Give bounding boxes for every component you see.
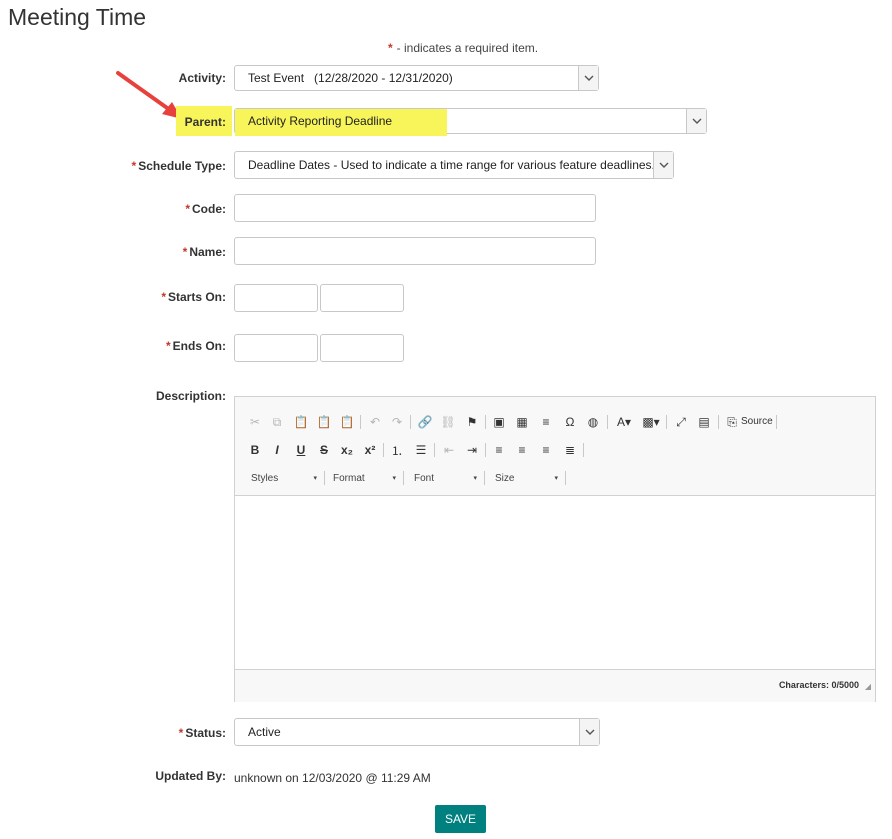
paste-word-icon[interactable]: 📋: [338, 414, 356, 430]
activity-label: Activity:: [178, 71, 226, 85]
required-note: * - indicates a required item.: [388, 41, 538, 55]
underline-icon[interactable]: U: [292, 442, 310, 458]
font-combo[interactable]: Font ▾: [406, 470, 481, 486]
italic-icon[interactable]: I: [268, 442, 286, 458]
starts-on-label: * Starts On:: [161, 290, 226, 304]
iframe-globe-icon[interactable]: ◍: [584, 414, 602, 430]
background-color-icon[interactable]: ▩▾: [640, 414, 662, 430]
redo-icon[interactable]: ↷: [388, 414, 406, 430]
paste-icon[interactable]: 📋: [292, 414, 310, 430]
subscript-icon[interactable]: x₂: [338, 442, 356, 458]
character-count: Characters: 0/5000: [778, 680, 859, 690]
numbered-list-icon[interactable]: ⒈: [388, 442, 406, 458]
resize-handle-icon[interactable]: ◢: [865, 682, 871, 691]
rich-text-editor: ✂ ⧉ 📋 📋 📋 ↶ ↷ 🔗 ⛓ ⚑ ▣ ▦ ≡ Ω ◍ A▾ ▩▾ ⤢ ▤ …: [234, 396, 876, 702]
required-star: *: [388, 41, 393, 55]
align-justify-icon[interactable]: ≣: [561, 442, 579, 458]
ends-on-time-input[interactable]: [320, 334, 404, 362]
description-label: Description:: [155, 389, 226, 403]
undo-icon[interactable]: ↶: [366, 414, 384, 430]
copy-icon[interactable]: ⧉: [268, 414, 286, 430]
text-color-icon[interactable]: A▾: [613, 414, 635, 430]
link-icon[interactable]: 🔗: [416, 414, 434, 430]
outdent-icon[interactable]: ⇤: [440, 442, 458, 458]
superscript-icon[interactable]: x²: [361, 442, 379, 458]
updated-by-label: Updated By:: [155, 769, 226, 783]
special-char-icon[interactable]: Ω: [561, 414, 579, 430]
parent-label: Parent:: [184, 115, 226, 129]
anchor-flag-icon[interactable]: ⚑: [463, 414, 481, 430]
unlink-icon[interactable]: ⛓: [439, 414, 457, 430]
source-icon[interactable]: ⎘: [723, 414, 741, 430]
parent-value: Activity Reporting Deadline: [248, 114, 393, 128]
chevron-down-icon[interactable]: [653, 152, 673, 178]
maximize-icon[interactable]: ⤢: [672, 414, 690, 430]
page-title: Meeting Time: [8, 4, 147, 30]
horizontal-line-icon[interactable]: ≡: [537, 414, 555, 430]
strikethrough-icon[interactable]: S: [315, 442, 333, 458]
bold-icon[interactable]: B: [246, 442, 264, 458]
status-value: Active: [248, 725, 281, 739]
ends-on-label: * Ends On:: [165, 339, 226, 353]
align-left-icon[interactable]: ≡: [490, 442, 508, 458]
chevron-down-icon[interactable]: [578, 66, 598, 90]
starts-on-date-input[interactable]: [234, 284, 318, 312]
editor-content-area[interactable]: [235, 495, 875, 669]
indent-icon[interactable]: ⇥: [463, 442, 481, 458]
cut-icon[interactable]: ✂: [246, 414, 264, 430]
schedule-type-label: * Schedule Type:: [131, 159, 226, 173]
editor-footer: Characters: 0/5000 ◢: [235, 669, 875, 702]
table-icon[interactable]: ▦: [513, 414, 531, 430]
schedule-type-value: Deadline Dates - Used to indicate a time…: [248, 158, 653, 172]
size-combo[interactable]: Size ▾: [487, 470, 562, 486]
source-button-label[interactable]: Source: [741, 416, 773, 427]
image-icon[interactable]: ▣: [490, 414, 508, 430]
editor-toolbar: ✂ ⧉ 📋 📋 📋 ↶ ↷ 🔗 ⛓ ⚑ ▣ ▦ ≡ Ω ◍ A▾ ▩▾ ⤢ ▤ …: [235, 397, 875, 496]
align-center-icon[interactable]: ≡: [513, 442, 531, 458]
activity-select[interactable]: Test Event (12/28/2020 - 12/31/2020): [234, 65, 599, 91]
save-button[interactable]: SAVE: [435, 805, 486, 833]
bulleted-list-icon[interactable]: ☰: [412, 442, 430, 458]
name-input[interactable]: [234, 237, 596, 265]
starts-on-time-input[interactable]: [320, 284, 404, 312]
ends-on-date-input[interactable]: [234, 334, 318, 362]
show-blocks-icon[interactable]: ▤: [695, 414, 713, 430]
parent-select[interactable]: Activity Reporting Deadline: [234, 108, 707, 136]
chevron-down-icon[interactable]: [686, 109, 706, 133]
activity-value: Test Event (12/28/2020 - 12/31/2020): [248, 71, 453, 85]
code-input[interactable]: [234, 194, 596, 222]
chevron-down-icon[interactable]: [579, 719, 599, 745]
code-label: * Code:: [185, 202, 226, 216]
schedule-type-select[interactable]: Deadline Dates - Used to indicate a time…: [234, 151, 674, 179]
status-select[interactable]: Active: [234, 718, 600, 746]
paste-text-icon[interactable]: 📋: [315, 414, 333, 430]
required-note-text: - indicates a required item.: [396, 41, 539, 55]
format-combo[interactable]: Format ▾: [325, 470, 400, 486]
status-label: * Status:: [178, 726, 226, 740]
styles-combo[interactable]: Styles ▾: [243, 470, 321, 486]
align-right-icon[interactable]: ≡: [537, 442, 555, 458]
name-label: * Name:: [182, 245, 226, 259]
updated-by-value: unknown on 12/03/2020 @ 11:29 AM: [234, 771, 431, 785]
